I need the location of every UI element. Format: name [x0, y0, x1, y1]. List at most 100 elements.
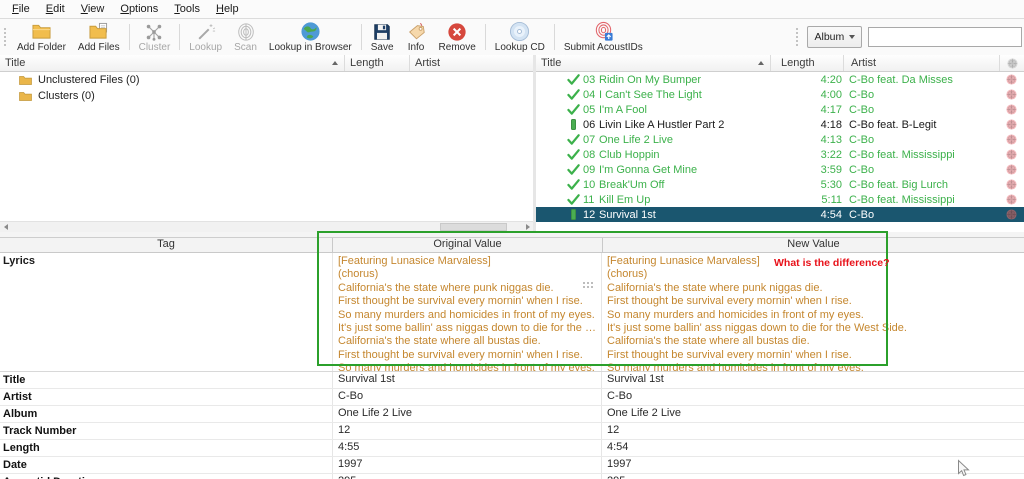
track-length: 5:30: [820, 178, 842, 191]
lyrics-line: California's the state where punk niggas…: [607, 281, 823, 294]
menu-options[interactable]: Options: [112, 0, 166, 18]
track-length: 4:54: [820, 208, 842, 221]
tree-item-label: Unclustered Files (0): [38, 74, 140, 86]
fingerprint-column-header[interactable]: [1000, 55, 1024, 71]
toolbar-button-label: Remove: [438, 42, 476, 53]
matched-check-icon: [566, 104, 580, 115]
toolbar-buttons: Add Folder Add Files Cluster Lookup Scan Look…: [11, 19, 649, 55]
search-input[interactable]: [868, 27, 1022, 47]
lyrics-line: So many murders and homicides in front o…: [607, 308, 864, 321]
track-artist: C-Bo: [849, 103, 875, 116]
search-type-dropdown[interactable]: Album: [807, 26, 863, 48]
track-row[interactable]: 05 I'm A Fool 4:17 C-Bo: [536, 102, 1024, 117]
fingerprint-icon: [999, 74, 1023, 85]
menu-file[interactable]: File: [4, 0, 38, 18]
track-row[interactable]: 04 I Can't See The Light 4:00 C-Bo: [536, 87, 1024, 102]
toolbar-button-label: Scan: [234, 42, 257, 53]
track-title: Survival 1st: [599, 208, 656, 221]
metadata-row-track-number[interactable]: Track Number 12 12: [0, 423, 1024, 440]
remove-button[interactable]: Remove: [433, 19, 482, 55]
splitter-handle[interactable]: [583, 282, 593, 288]
track-row[interactable]: 03 Ridin On My Bumper 4:20 C-Bo feat. Da Mi…: [536, 72, 1024, 87]
fingerprint-icon: [999, 179, 1023, 190]
metadata-row-title[interactable]: Title Survival 1st Survival 1st: [0, 372, 1024, 389]
lookup-cd-button[interactable]: Lookup CD: [489, 19, 551, 55]
column-header-title[interactable]: Title: [0, 55, 345, 71]
matched-check-icon: [566, 179, 580, 190]
chevron-down-icon: [849, 35, 856, 39]
column-header-title[interactable]: Title: [536, 55, 771, 71]
track-row[interactable]: 08 Club Hoppin 3:22 C-Bo feat. Mississippi: [536, 147, 1024, 162]
scroll-left-arrow[interactable]: [0, 222, 11, 232]
original-value: C-Bo: [332, 389, 601, 405]
track-row[interactable]: 09 I'm Gonna Get Mine 3:59 C-Bo: [536, 162, 1024, 177]
menu-edit[interactable]: Edit: [38, 0, 73, 18]
add-files-button[interactable]: Add Files: [72, 19, 126, 55]
save-button[interactable]: Save: [365, 19, 400, 55]
metadata-row-length[interactable]: Length 4:55 4:54: [0, 440, 1024, 457]
track-number: 04: [583, 88, 596, 101]
track-artist: C-Bo: [849, 208, 875, 221]
track-artist: C-Bo: [849, 88, 875, 101]
track-title: One Life 2 Live: [599, 133, 673, 146]
tag-name: Lyrics: [3, 255, 36, 267]
metadata-row-artist[interactable]: Artist C-Bo C-Bo: [0, 389, 1024, 406]
scroll-right-arrow[interactable]: [522, 222, 533, 232]
tree-item-unclustered-files-0-[interactable]: Unclustered Files (0): [0, 72, 533, 88]
metadata-row-lyrics[interactable]: Lyrics [Featuring Lunasice Marvaless] (ch…: [0, 253, 1024, 372]
add-files-icon: [88, 21, 109, 42]
fingerprint-icon: [999, 104, 1023, 115]
toolbar-drag-handle[interactable]: [795, 26, 800, 48]
submit-acoustids-button[interactable]: Submit AcoustIDs: [558, 19, 649, 55]
acoustid-icon: [593, 21, 614, 42]
original-value: 4:55: [332, 440, 601, 456]
cluster-icon: [144, 21, 164, 42]
lyrics-line: It's just some ballin' ass niggas down t…: [338, 322, 598, 335]
matched-check-icon: [566, 89, 580, 100]
matched-check-icon: [566, 194, 580, 205]
track-row[interactable]: 10 Break'Um Off 5:30 C-Bo feat. Big Lurch: [536, 177, 1024, 192]
column-header-length[interactable]: Length: [345, 55, 410, 71]
toolbar-drag-handle[interactable]: [3, 26, 8, 48]
track-row[interactable]: 07 One Life 2 Live 4:13 C-Bo: [536, 132, 1024, 147]
add-folder-button[interactable]: Add Folder: [11, 19, 72, 55]
toolbar-separator: [128, 24, 130, 50]
lookup-in-browser-button[interactable]: Lookup in Browser: [263, 19, 358, 55]
fingerprint-icon: [999, 194, 1023, 205]
search-type-label: Album: [814, 31, 845, 43]
column-header-original-value[interactable]: Original Value: [332, 238, 602, 252]
new-value: Survival 1st: [601, 372, 1024, 388]
track-artist: C-Bo feat. Da Misses: [849, 73, 953, 86]
track-number: 07: [583, 133, 596, 146]
column-header-tag[interactable]: Tag: [0, 238, 332, 252]
main-panes: Title Length Artist Unclustered Files (0…: [0, 55, 1024, 284]
column-header-length[interactable]: Length: [771, 55, 844, 71]
browser-globe-icon: [300, 21, 321, 42]
fingerprint-icon: [999, 89, 1023, 100]
menu-view[interactable]: View: [73, 0, 113, 18]
metadata-row-acoustid-duration[interactable]: Acoustid Duration295295: [0, 474, 1024, 479]
column-header-new-value[interactable]: New Value: [602, 238, 1024, 252]
tree-item-clusters-0-[interactable]: Clusters (0): [0, 88, 533, 104]
track-row[interactable]: 12 Survival 1st 4:54 C-Bo: [536, 207, 1024, 222]
menu-tools[interactable]: Tools: [166, 0, 208, 18]
add-folder-icon: [31, 21, 52, 42]
unsaved-file-icon: [566, 209, 580, 220]
column-header-artist[interactable]: Artist: [844, 55, 1000, 71]
track-number: 08: [583, 148, 596, 161]
info-button[interactable]: Info: [400, 19, 433, 55]
column-header-artist[interactable]: Artist: [410, 55, 533, 71]
matched-check-icon: [566, 149, 580, 160]
track-row[interactable]: 06 Livin Like A Hustler Part 2 4:18 C-Bo fe…: [536, 117, 1024, 132]
new-value: 1997: [601, 457, 1024, 473]
lyrics-line: [Featuring Lunasice Marvaless]: [338, 255, 491, 267]
track-row[interactable]: 11 Kill Em Up 5:11 C-Bo feat. Mississippi: [536, 192, 1024, 207]
menu-help[interactable]: Help: [208, 0, 247, 18]
unsaved-file-icon: [566, 119, 580, 130]
info-tag-icon: [406, 21, 427, 42]
horizontal-scrollbar[interactable]: [0, 221, 533, 232]
metadata-row-date[interactable]: Date 1997 1997: [0, 457, 1024, 474]
scrollbar-thumb[interactable]: [440, 223, 507, 231]
toolbar-button-label: Add Files: [77, 42, 120, 53]
metadata-row-album[interactable]: Album One Life 2 Live One Life 2 Live: [0, 406, 1024, 423]
